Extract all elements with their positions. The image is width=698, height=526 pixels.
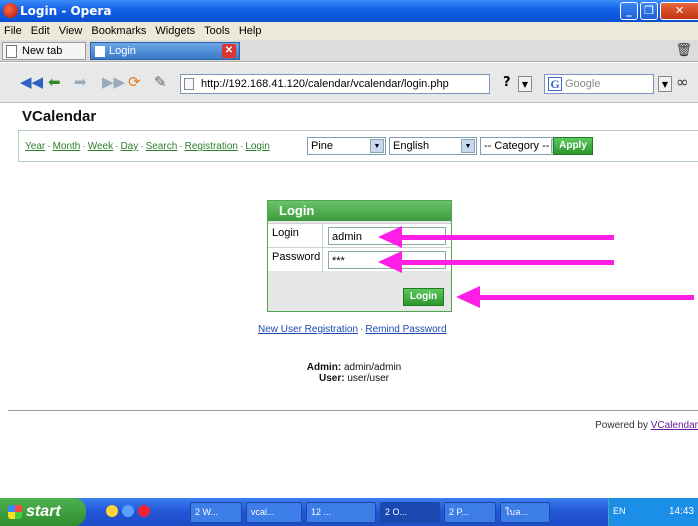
page-title: VCalendar xyxy=(22,108,97,125)
chevron-down-icon: ▼ xyxy=(370,139,384,153)
vcalendar-link[interactable]: VCalendar xyxy=(651,420,698,431)
close-button[interactable]: ✕ xyxy=(660,2,698,20)
trash-icon[interactable]: 🗑 xyxy=(675,43,692,58)
menu-edit[interactable]: Edit xyxy=(31,22,50,40)
window-title: Login - Opera xyxy=(20,4,112,18)
credentials-hint: Admin: admin/admin User: user/user xyxy=(0,362,698,384)
menu-widgets[interactable]: Widgets xyxy=(155,22,195,40)
menu-file[interactable]: File xyxy=(4,22,22,40)
login-label: Login xyxy=(272,227,299,239)
navigation-bar: ◀◀ ⬅ ➡ ▶▶ ⟳ ✎ http://192.168.41.120/cale… xyxy=(0,63,698,103)
back-icon[interactable]: ⬅ xyxy=(48,73,61,91)
search-input[interactable]: G Google xyxy=(544,74,654,94)
taskbar-button[interactable]: 2 P... xyxy=(444,502,496,523)
window-titlebar: Login - Opera _ ❐ ✕ xyxy=(0,0,698,22)
language-select-value: English xyxy=(393,140,430,152)
tab-label: Login xyxy=(109,45,136,57)
tab-login[interactable]: Login ✕ xyxy=(90,42,240,60)
taskbar-button[interactable]: 2 W... xyxy=(190,502,242,523)
apply-button[interactable]: Apply xyxy=(553,137,593,155)
admin-value: admin/admin xyxy=(343,362,402,373)
taskbar-button[interactable]: ใบล... xyxy=(500,502,550,523)
powered-by-text: Powered by xyxy=(595,420,648,431)
menu-bar: File Edit View Bookmarks Widgets Tools Help xyxy=(0,22,698,40)
nav-links: Year · Month · Week · Day · Search · Registration ·… xyxy=(25,141,270,152)
tab-new-tab[interactable]: New tab xyxy=(2,42,86,60)
maximize-button[interactable]: ❐ xyxy=(640,2,658,20)
taskbar-button[interactable]: 12 ... xyxy=(306,502,376,523)
powered-by: Powered by VCalendar xyxy=(595,420,698,431)
windows-logo-icon xyxy=(8,505,22,519)
chevron-down-icon: ▼ xyxy=(461,139,475,153)
new-user-registration-link[interactable]: New User Registration xyxy=(258,324,358,335)
clock: 14:43 xyxy=(668,506,694,517)
annotation-arrow-password xyxy=(378,251,614,273)
menu-view[interactable]: View xyxy=(59,22,83,40)
taskbar: start 2 W... vcal... 12 ... 2 O... 2 P..… xyxy=(0,498,698,526)
tab-bar: New tab Login ✕ 🗑 xyxy=(0,40,698,62)
password-label: Password xyxy=(272,251,321,263)
rewind-icon[interactable]: ◀◀ xyxy=(20,73,43,91)
link-day[interactable]: Day xyxy=(120,141,138,152)
annotation-arrow-login xyxy=(378,226,614,248)
google-icon: G xyxy=(548,77,562,91)
style-select-value: Pine xyxy=(311,140,334,152)
start-button[interactable]: start xyxy=(0,498,86,526)
style-select[interactable]: Pine ▼ xyxy=(307,137,386,155)
calendar-toolbar: Year · Month · Week · Day · Search · Registration ·… xyxy=(18,130,698,162)
remind-password-link[interactable]: Remind Password xyxy=(365,324,446,335)
link-login[interactable]: Login xyxy=(245,141,269,152)
menu-bookmarks[interactable]: Bookmarks xyxy=(91,22,146,40)
category-select-value: -- Category -- xyxy=(484,140,550,152)
menu-help[interactable]: Help xyxy=(239,22,262,40)
close-tab-icon[interactable]: ✕ xyxy=(222,44,236,58)
search-placeholder: Google xyxy=(565,78,601,90)
ie-icon[interactable] xyxy=(122,505,134,517)
admin-label: Admin: xyxy=(306,362,342,373)
search-engine-dropdown-icon[interactable]: ▼ xyxy=(658,76,672,92)
fast-forward-icon[interactable]: ▶▶ xyxy=(102,73,125,91)
chevron-down-icon[interactable]: ▼ xyxy=(518,76,532,92)
reload-icon[interactable]: ⟳ xyxy=(128,73,141,91)
annotation-arrow-button xyxy=(456,286,694,308)
login-form-header: Login xyxy=(268,201,451,221)
url-text: http://192.168.41.120/calendar/vcalendar… xyxy=(201,78,449,90)
language-select[interactable]: English ▼ xyxy=(389,137,477,155)
page-icon xyxy=(184,78,194,90)
opera-icon[interactable] xyxy=(138,505,150,517)
start-label: start xyxy=(26,503,61,520)
taskbar-button[interactable]: vcal... xyxy=(246,502,302,523)
password-row: Password *** xyxy=(268,247,451,272)
binoculars-icon[interactable]: ∞ xyxy=(676,73,689,91)
page-content: VCalendar Year · Month · Week · Day · Search · Reg… xyxy=(0,104,698,498)
login-form: Login Login admin Password *** Login xyxy=(267,200,452,312)
help-icon[interactable]: ? xyxy=(503,75,511,90)
tab-label: New tab xyxy=(22,45,63,57)
opera-logo-icon xyxy=(3,3,18,18)
link-search[interactable]: Search xyxy=(146,141,178,152)
minimize-button[interactable]: _ xyxy=(620,2,638,20)
user-label: User: xyxy=(318,373,345,384)
language-indicator[interactable]: EN xyxy=(613,506,626,516)
system-tray: EN 14:43 xyxy=(608,498,698,526)
link-registration[interactable]: Registration xyxy=(185,141,238,152)
document-icon xyxy=(95,46,105,57)
page-icon xyxy=(6,45,17,58)
forward-icon[interactable]: ➡ xyxy=(74,73,87,91)
link-year[interactable]: Year xyxy=(25,141,45,152)
edit-icon[interactable]: ✎ xyxy=(154,73,167,91)
user-value: user/user xyxy=(347,373,390,384)
menu-tools[interactable]: Tools xyxy=(204,22,230,40)
link-month[interactable]: Month xyxy=(53,141,81,152)
divider xyxy=(8,410,698,411)
address-bar[interactable]: http://192.168.41.120/calendar/vcalendar… xyxy=(180,74,490,94)
taskbar-button-active[interactable]: 2 O... xyxy=(380,502,440,523)
link-week[interactable]: Week xyxy=(88,141,113,152)
registration-links: New User Registration · Remind Password xyxy=(258,324,447,335)
login-button[interactable]: Login xyxy=(403,288,444,306)
quicklaunch-icon[interactable] xyxy=(106,505,118,517)
